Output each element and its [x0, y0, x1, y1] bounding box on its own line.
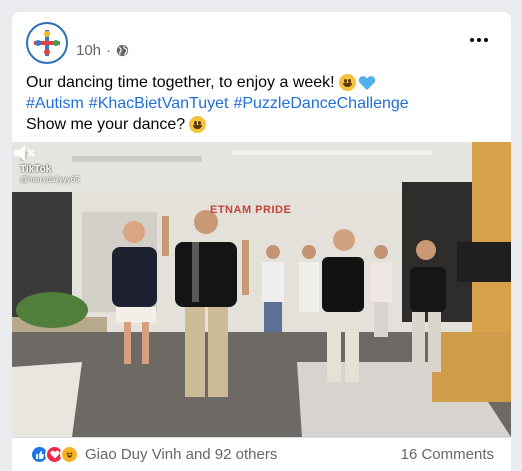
post-body: Our dancing time together, to enjoy a we…: [26, 72, 496, 135]
post-hashtags: #Autism #KhacBietVanTuyet #PuzzleDanceCh…: [26, 93, 496, 114]
post-meta: 10h ·: [76, 42, 129, 59]
wall-sign: ETNAM PRIDE: [210, 204, 292, 216]
page-name[interactable]: [76, 20, 396, 32]
post-text-line-3: Show me your dance?: [26, 114, 496, 135]
smile-emoji-icon: [338, 74, 356, 91]
hashtag-puzzledancechallenge[interactable]: #PuzzleDanceChallenge: [233, 93, 408, 114]
smile-emoji-icon: [189, 116, 207, 133]
post-question: Show me your dance?: [26, 116, 186, 133]
tiktok-handle: @harrydailyyy65: [20, 175, 80, 184]
globe-icon[interactable]: [116, 44, 129, 57]
post-caption: Our dancing time together, to enjoy a we…: [26, 74, 335, 91]
reactions-summary[interactable]: Giao Duy Vinh and 92 others: [30, 445, 277, 464]
more-options-icon[interactable]: [465, 30, 493, 50]
meta-separator: ·: [106, 42, 112, 59]
tiktok-brand: TikTok: [20, 164, 52, 175]
hashtag-khacbietvantuyet[interactable]: #KhacBietVanTuyet: [89, 93, 229, 114]
video-player[interactable]: ♪ TikTok @harrydailyyy65 ETNAM PRIDE: [12, 142, 511, 437]
mute-icon[interactable]: [12, 142, 36, 164]
post-footer: Giao Duy Vinh and 92 others 16 Comments: [12, 437, 511, 471]
post-header: 10h ·: [12, 12, 511, 76]
page-avatar[interactable]: [26, 22, 68, 64]
hashtag-autism[interactable]: #Autism: [26, 93, 84, 114]
video-frame: [12, 142, 511, 437]
reaction-summary-text[interactable]: Giao Duy Vinh and 92 others: [85, 446, 277, 463]
post-card: 10h · Our dancing time together, to enjo…: [12, 12, 511, 471]
reaction-icons[interactable]: [30, 445, 79, 464]
blue-heart-icon: [358, 75, 375, 90]
haha-icon[interactable]: [60, 445, 79, 464]
puzzle-logo-icon: [34, 30, 60, 56]
comments-count[interactable]: 16 Comments: [401, 446, 494, 463]
post-timestamp[interactable]: 10h: [76, 42, 101, 59]
post-text-line-1: Our dancing time together, to enjoy a we…: [26, 72, 496, 93]
